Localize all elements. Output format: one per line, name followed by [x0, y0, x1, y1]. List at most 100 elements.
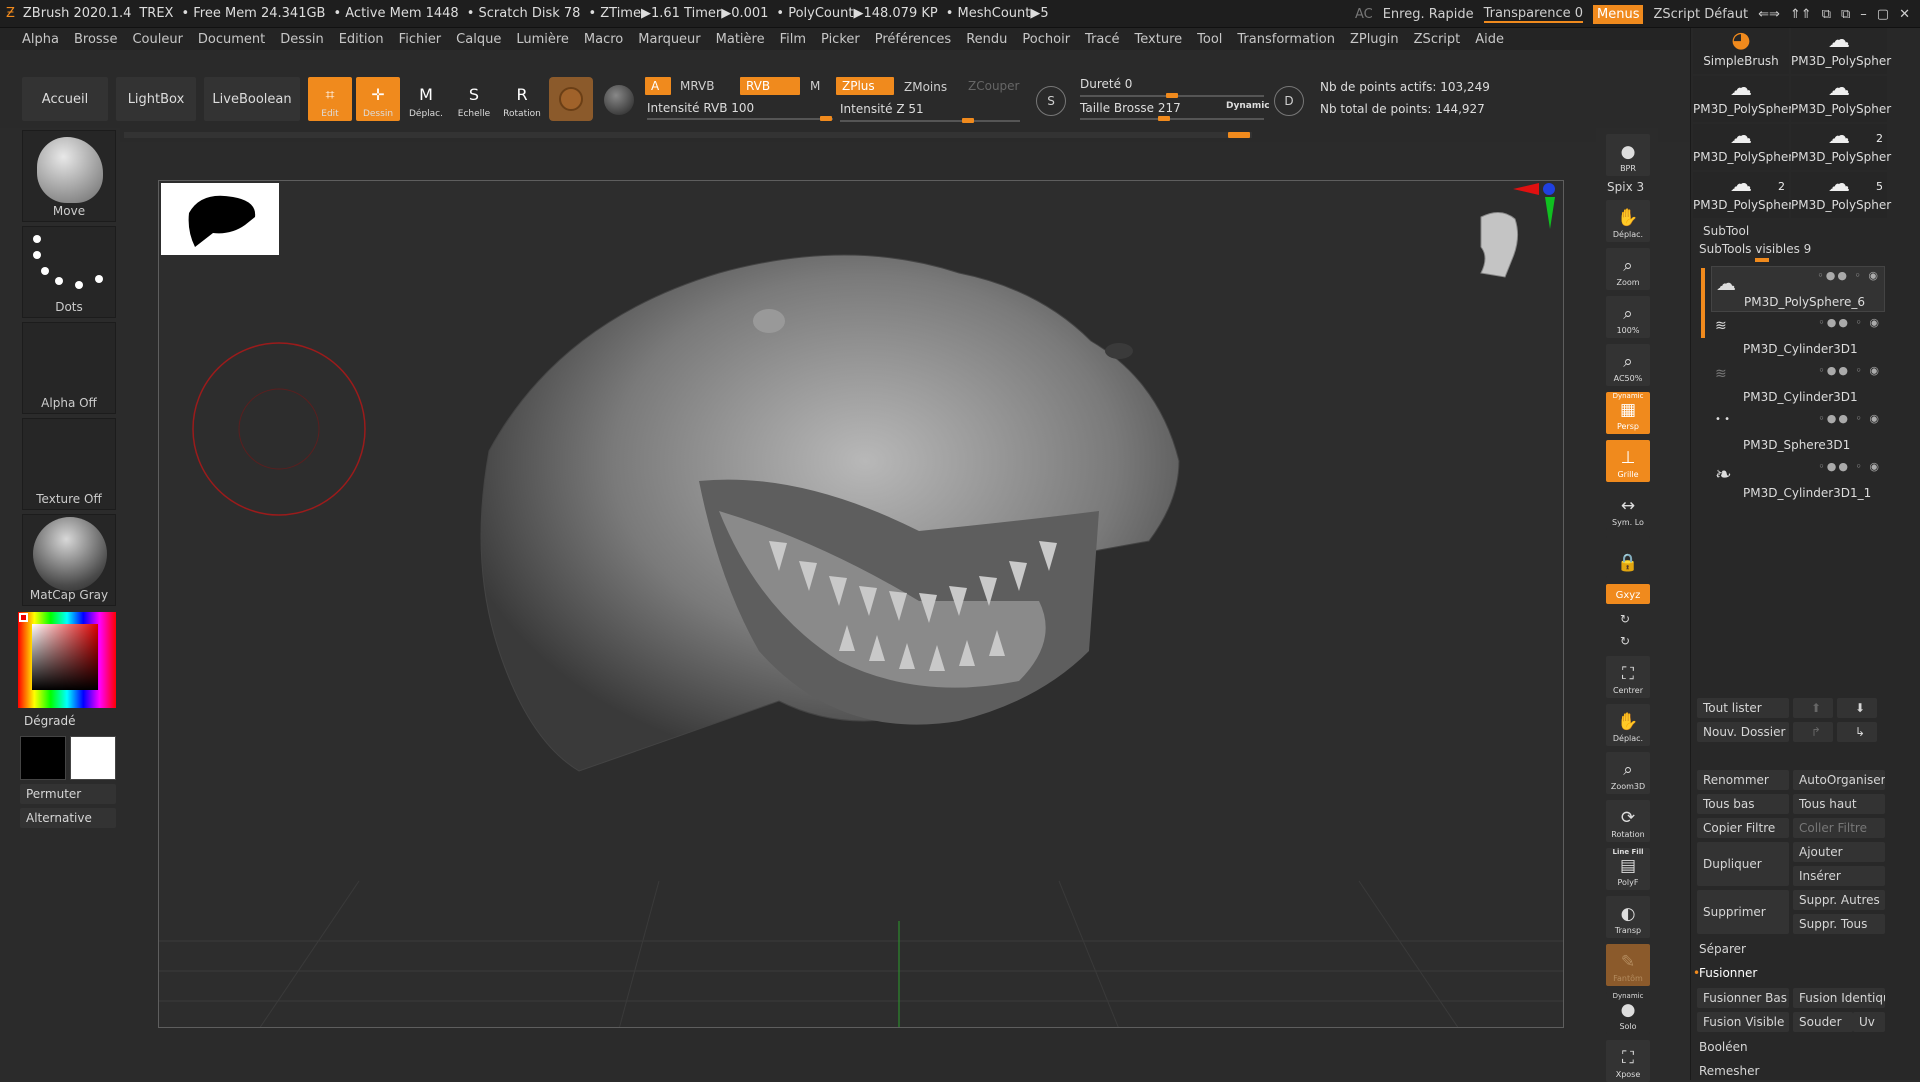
menu-zscript[interactable]: ZScript: [1414, 32, 1461, 47]
z-intensity-knob[interactable]: [962, 118, 974, 123]
transparency-slider[interactable]: Transparence 0: [1483, 6, 1583, 23]
boolean-section[interactable]: Booléen: [1699, 1040, 1748, 1054]
subtool-controls[interactable]: ◦●● ◦ ◉: [1818, 460, 1881, 473]
copy-filter-button[interactable]: Copier Filtre: [1697, 818, 1789, 838]
menu-picker[interactable]: Picker: [821, 32, 860, 47]
append-button[interactable]: Ajouter: [1793, 842, 1885, 862]
subtool-row[interactable]: ❧ ◦●● ◦ ◉ PM3D_Cylinder3D1_1: [1711, 458, 1885, 504]
bpr-button[interactable]: ● BPR: [1606, 134, 1650, 176]
maximize-icon[interactable]: ▢: [1877, 7, 1889, 22]
move-3d-button[interactable]: ✋ Déplac.: [1606, 704, 1650, 746]
tool-thumb-simplebrush[interactable]: ◕ SimpleBrush: [1693, 28, 1789, 74]
tool-thumb-polysphere-7[interactable]: ☁ 5 PM3D_PolySpher: [1791, 172, 1891, 218]
menu-help[interactable]: Aide: [1475, 32, 1504, 47]
solo-button[interactable]: Dynamic ● Solo: [1606, 992, 1650, 1034]
zoom-3d-button[interactable]: ⌕ Zoom3D: [1606, 752, 1650, 794]
texture-thumbnail[interactable]: Texture Off: [22, 418, 116, 510]
menu-draw[interactable]: Dessin: [280, 32, 323, 47]
merge-visible-button[interactable]: Fusion Visible: [1697, 1012, 1789, 1032]
perspective-button[interactable]: Dynamic ▦ Persp: [1606, 392, 1650, 434]
hardness-knob[interactable]: [1166, 93, 1178, 98]
tool-thumb-polysphere-2[interactable]: ☁ PM3D_PolySpher: [1693, 76, 1793, 122]
menu-alpha[interactable]: Alpha: [22, 32, 59, 47]
local-symmetry-button[interactable]: ↔ Sym. Lo: [1606, 488, 1650, 530]
draw-button[interactable]: ✛ Dessin: [356, 77, 400, 121]
menu-movie[interactable]: Film: [780, 32, 806, 47]
paste-filter-button[interactable]: Coller Filtre: [1793, 818, 1885, 838]
menu-transform[interactable]: Transformation: [1237, 32, 1335, 47]
zcut-toggle[interactable]: ZCouper: [962, 77, 1028, 95]
home-button[interactable]: Accueil: [22, 77, 108, 121]
menu-material[interactable]: Matière: [716, 32, 765, 47]
switch-color-button[interactable]: Permuter: [20, 784, 116, 804]
zsub-toggle[interactable]: ZMoins: [898, 78, 964, 96]
minimize-icon[interactable]: –: [1860, 7, 1867, 22]
brush-size-slider[interactable]: Taille Brosse 217: [1080, 101, 1181, 115]
menu-file[interactable]: Fichier: [399, 32, 442, 47]
tool-thumb-polysphere-3[interactable]: ☁ PM3D_PolySpher: [1791, 76, 1891, 122]
move-view-button[interactable]: ✋ Déplac.: [1606, 200, 1650, 242]
menu-stroke[interactable]: Tracé: [1085, 32, 1120, 47]
subtool-controls[interactable]: ◦●● ◦ ◉: [1818, 316, 1881, 329]
delete-all-button[interactable]: Suppr. Tous: [1793, 914, 1885, 934]
subtool-controls[interactable]: ◦●● ◦ ◉: [1818, 412, 1881, 425]
subtool-scrollbar[interactable]: [1701, 268, 1705, 338]
z-rotation-icon[interactable]: ↻: [1620, 634, 1630, 648]
brush-size-track[interactable]: [1080, 118, 1264, 120]
duplicate-button[interactable]: Dupliquer: [1697, 842, 1789, 886]
subtool-row[interactable]: ☁ ◦●● ◦ ◉ PM3D_PolySphere_6: [1711, 266, 1885, 312]
floor-button[interactable]: ⊥ Grille: [1606, 440, 1650, 482]
weld-toggle[interactable]: Souder: [1793, 1012, 1853, 1032]
material-swatch[interactable]: [549, 77, 593, 121]
menu-document[interactable]: Document: [198, 32, 265, 47]
delete-button[interactable]: Supprimer: [1697, 890, 1789, 934]
all-high-button[interactable]: Tous haut: [1793, 794, 1885, 814]
secondary-color-swatch[interactable]: [20, 736, 66, 780]
rotate-3d-button[interactable]: ⟳ Rotation: [1606, 800, 1650, 842]
primary-color-swatch[interactable]: [70, 736, 116, 780]
xyz-rotation-button[interactable]: Gxyz: [1606, 584, 1650, 604]
zadd-toggle[interactable]: ZPlus: [836, 77, 894, 95]
tool-thumb-polysphere-4[interactable]: ☁ PM3D_PolySpher: [1693, 124, 1793, 170]
lazymouse-icon[interactable]: S: [1036, 86, 1066, 116]
menu-edit[interactable]: Edition: [339, 32, 384, 47]
subtool-row[interactable]: ≋ ◦●● ◦ ◉ PM3D_Cylinder3D1: [1711, 314, 1885, 360]
alternate-toggle[interactable]: Alternative: [20, 808, 116, 828]
default-zscript-button[interactable]: ZScript Défaut: [1653, 7, 1748, 22]
liveboolean-button[interactable]: LiveBoolean: [204, 77, 300, 121]
rotate-button[interactable]: R Rotation: [500, 77, 544, 121]
brush-size-knob[interactable]: [1158, 116, 1170, 121]
color-sphere-icon[interactable]: [604, 85, 634, 115]
dynamic-brush-icon[interactable]: D: [1274, 86, 1304, 116]
menu-preferences[interactable]: Préférences: [875, 32, 951, 47]
alpha-thumbnail[interactable]: Alpha Off: [22, 322, 116, 414]
menus-toggle[interactable]: Menus: [1593, 4, 1644, 24]
menu-texture[interactable]: Texture: [1135, 32, 1183, 47]
layout-icon[interactable]: ⇐⇒: [1758, 7, 1780, 22]
hardness-slider[interactable]: Dureté 0: [1080, 77, 1132, 91]
scale-button[interactable]: S Echelle: [452, 77, 496, 121]
color-scheme-icon[interactable]: ⇑⇑: [1790, 7, 1812, 22]
brush-thumbnail[interactable]: Move: [22, 130, 116, 222]
visible-subtools-slider[interactable]: SubTools visibles 9: [1699, 242, 1811, 256]
actual-size-button[interactable]: ⌕ 100%: [1606, 296, 1650, 338]
menu-tool[interactable]: Tool: [1197, 32, 1222, 47]
subtool-header[interactable]: SubTool: [1703, 224, 1749, 238]
merge-section[interactable]: Fusionner: [1699, 966, 1757, 980]
menu-render[interactable]: Rendu: [966, 32, 1007, 47]
quicksave-button[interactable]: Enreg. Rapide: [1383, 7, 1474, 22]
uv-toggle[interactable]: Uv: [1853, 1012, 1885, 1032]
lock-camera-button[interactable]: 🔒: [1606, 536, 1650, 578]
list-all-button[interactable]: Tout lister: [1697, 698, 1789, 718]
axis-gizmo[interactable]: [1501, 181, 1561, 241]
alpha-toggle[interactable]: A: [645, 77, 671, 95]
folder-down-icon[interactable]: ↳: [1837, 722, 1877, 742]
menu-brush[interactable]: Brosse: [74, 32, 117, 47]
color-picker[interactable]: [18, 612, 116, 708]
menu-marker[interactable]: Marqueur: [638, 32, 700, 47]
aahalf-button[interactable]: ⌕ AC50%: [1606, 344, 1650, 386]
window-dock-icon[interactable]: ⧉: [1841, 7, 1850, 22]
material-thumbnail[interactable]: MatCap Gray: [22, 514, 116, 606]
rgb-intensity-slider[interactable]: Intensité RVB 100: [647, 101, 754, 115]
merge-similar-button[interactable]: Fusion Identique: [1793, 988, 1885, 1008]
